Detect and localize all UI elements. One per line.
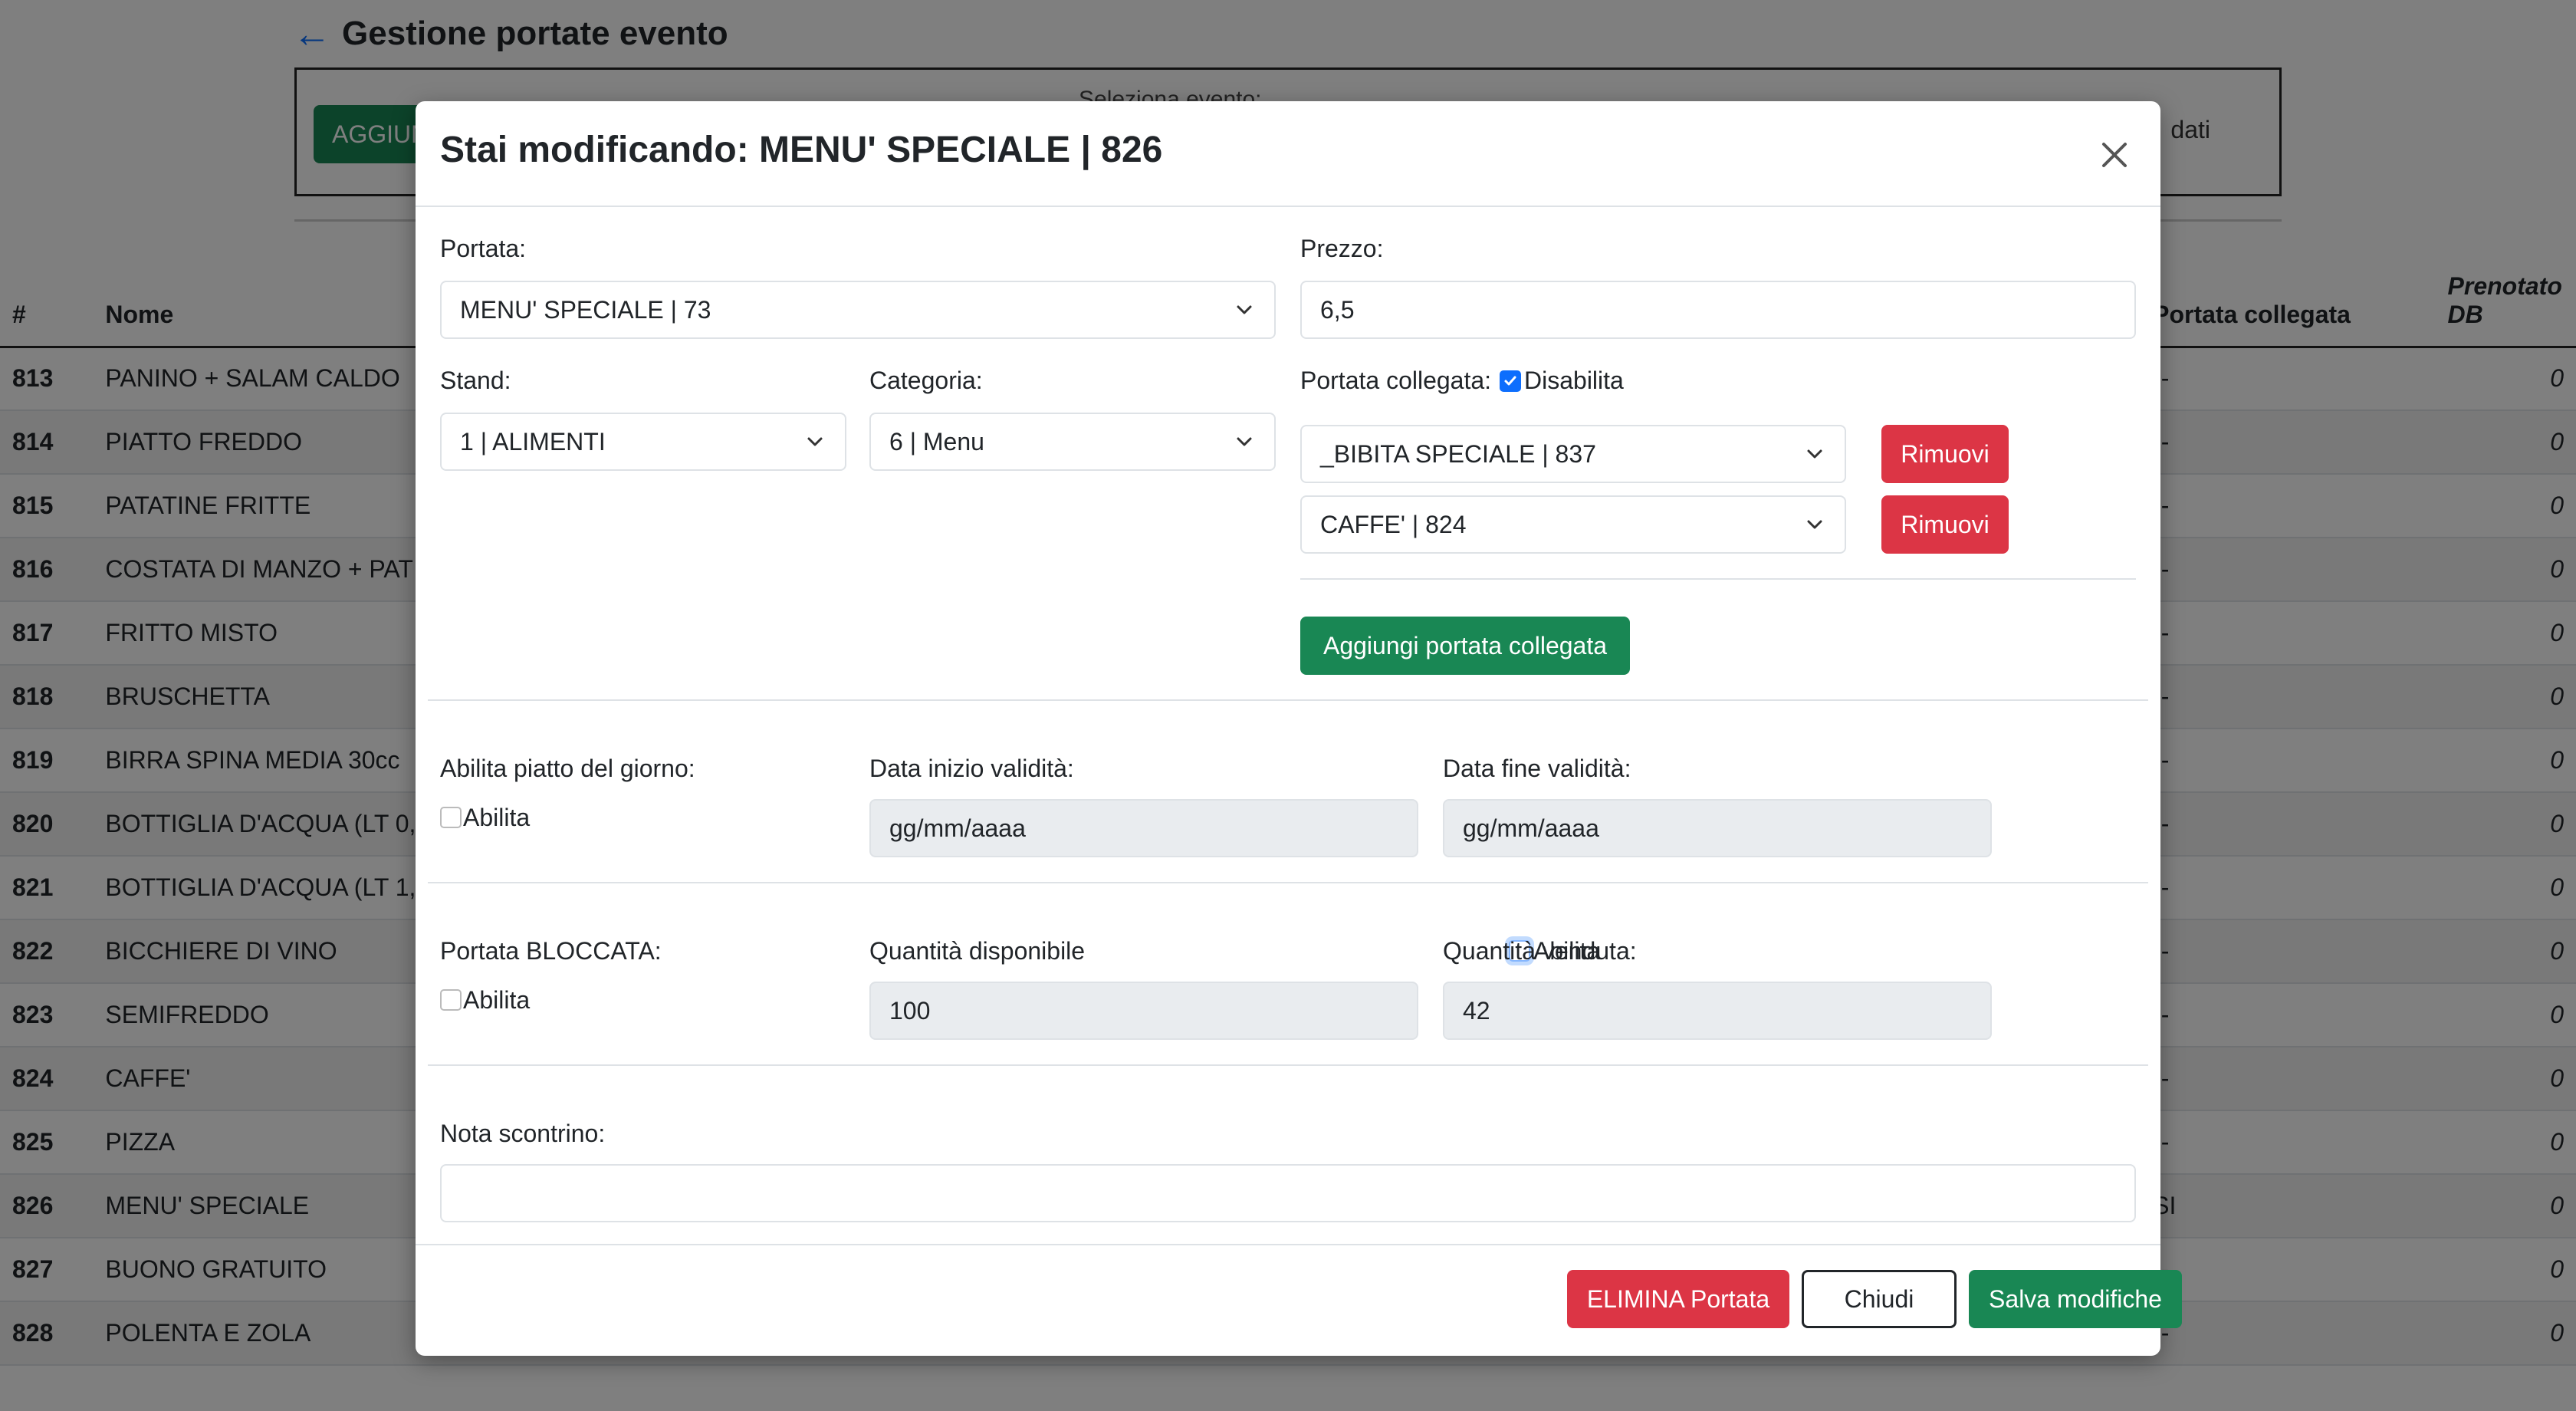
bloccata-label: Portata BLOCCATA: (440, 937, 662, 965)
data-fine-input[interactable]: gg/mm/aaaa (1443, 799, 1992, 857)
chevron-down-icon (1807, 520, 1822, 529)
qta-venduta-input[interactable]: 42 (1443, 982, 1992, 1040)
stand-select[interactable]: 1 | ALIMENTI (440, 413, 846, 471)
rimuovi-button-1[interactable]: Rimuovi (1881, 425, 2009, 483)
stand-label: Stand: (440, 367, 511, 394)
nota-scontrino-input[interactable] (440, 1164, 2136, 1222)
salva-modifiche-button[interactable]: Salva modifiche (1969, 1270, 2182, 1328)
nota-scontrino-label: Nota scontrino: (440, 1120, 606, 1147)
collegata-select-2[interactable]: CAFFE' | 824 (1300, 495, 1846, 554)
aggiungi-collegata-button[interactable]: Aggiungi portata collegata (1300, 617, 1630, 675)
collegata-select-1[interactable]: _BIBITA SPECIALE | 837 (1300, 425, 1846, 483)
portata-select[interactable]: MENU' SPECIALE | 73 (440, 281, 1276, 339)
disabilita-collegata-label: Disabilita (1524, 367, 1624, 394)
collegata-select-2-value: CAFFE' | 824 (1320, 510, 1467, 538)
elimina-portata-button[interactable]: ELIMINA Portata (1567, 1270, 1789, 1328)
section-divider-1 (428, 699, 2148, 701)
data-fine-label: Data fine validità: (1443, 755, 1631, 782)
modal-title: Stai modificando: MENU' SPECIALE | 826 (440, 130, 1163, 170)
chiudi-button[interactable]: Chiudi (1802, 1270, 1957, 1328)
chevron-down-icon (807, 437, 823, 446)
disabilita-collegata-checkbox[interactable] (1500, 370, 1521, 392)
qta-disponibile-input[interactable]: 100 (869, 982, 1418, 1040)
modal-footer: ELIMINA Portata Chiudi Salva modifiche (416, 1244, 2182, 1356)
bloccata-checkbox[interactable] (440, 989, 462, 1011)
data-inizio-label: Data inizio validità: (869, 755, 1074, 782)
stand-select-value: 1 | ALIMENTI (460, 427, 606, 456)
chevron-down-icon (1237, 437, 1252, 446)
section-divider-3 (428, 1064, 2148, 1066)
piatto-giorno-label: Abilita piatto del giorno: (440, 755, 695, 782)
categoria-select[interactable]: 6 | Menu (869, 413, 1276, 471)
prezzo-input[interactable]: 6,5 (1300, 281, 2136, 339)
portata-label: Portata: (440, 235, 527, 262)
piatto-giorno-check-label: Abilita (463, 804, 531, 831)
categoria-label: Categoria: (869, 367, 983, 394)
data-inizio-input[interactable]: gg/mm/aaaa (869, 799, 1418, 857)
modal-header: Stai modificando: MENU' SPECIALE | 826 (416, 101, 2160, 207)
section-divider-2 (428, 882, 2148, 883)
edit-portata-modal: Stai modificando: MENU' SPECIALE | 826 P… (416, 101, 2182, 1356)
close-icon[interactable] (2093, 133, 2136, 176)
rimuovi-button-2[interactable]: Rimuovi (1881, 495, 2009, 554)
portata-collegata-label: Portata collegata: (1300, 367, 1492, 394)
collegata-divider (1300, 578, 2136, 580)
chevron-down-icon (1807, 449, 1822, 459)
collegata-select-1-value: _BIBITA SPECIALE | 837 (1320, 439, 1596, 468)
qta-venduta-label: Quantità venduta: (1443, 937, 1637, 965)
qta-disponibile-label: Quantità disponibile (869, 937, 1086, 965)
checkmark-icon (1504, 376, 1516, 386)
bloccata-check-label: Abilita (463, 986, 531, 1014)
categoria-select-value: 6 | Menu (889, 427, 984, 456)
prezzo-label: Prezzo: (1300, 235, 1384, 262)
chevron-down-icon (1237, 305, 1252, 314)
portata-select-value: MENU' SPECIALE | 73 (460, 295, 711, 324)
piatto-giorno-checkbox[interactable] (440, 807, 462, 828)
